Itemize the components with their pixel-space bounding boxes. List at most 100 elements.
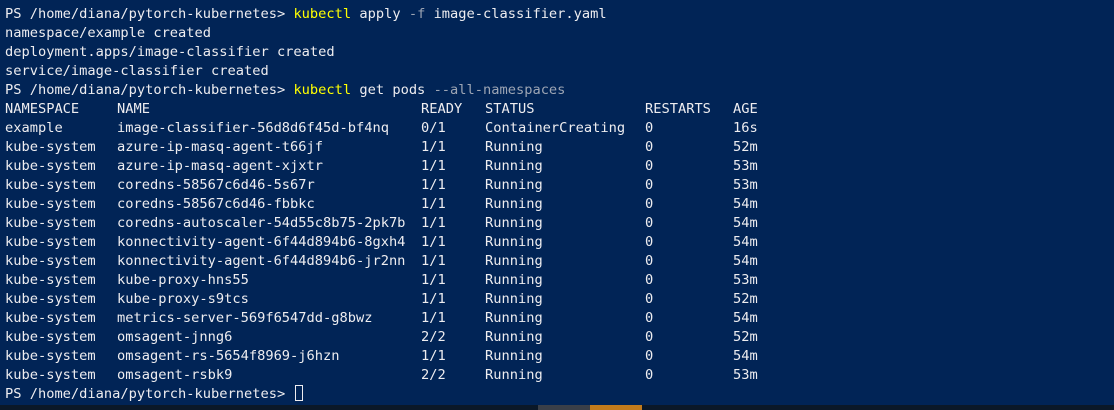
- command-line-apply: PS /home/diana/pytorch-kubernetes> kubec…: [0, 5, 1114, 24]
- table-row: kube-system azure-ip-masq-agent-t66jf 1/1 R…: [0, 138, 1114, 157]
- table-row: kube-system omsagent-rs-5654f8969-j6hzn 1/…: [0, 347, 1114, 366]
- ready-cell: 1/1: [421, 272, 446, 288]
- command-name: kubectl: [293, 82, 352, 98]
- age-cell: 53m: [733, 177, 758, 193]
- ready-cell: 1/1: [421, 234, 446, 250]
- status-cell: Running: [485, 367, 543, 383]
- namespace-cell: kube-system: [5, 215, 96, 231]
- pod-name-cell: konnectivity-agent-6f44d894b6-jr2nn: [117, 253, 406, 269]
- restarts-cell: 0: [645, 177, 654, 193]
- restarts-cell: 0: [645, 196, 654, 212]
- pod-name-cell: coredns-58567c6d46-5s67r: [117, 177, 315, 193]
- pod-name-cell: omsagent-jnng6: [117, 329, 233, 345]
- namespace-cell: kube-system: [5, 272, 96, 288]
- age-cell: 54m: [733, 215, 758, 231]
- restarts-cell: 0: [645, 291, 654, 307]
- pod-name-cell: kube-proxy-s9tcs: [117, 291, 249, 307]
- command-argument: apply: [359, 6, 401, 22]
- header-ready: READY: [421, 101, 463, 117]
- age-cell: 54m: [733, 348, 758, 364]
- restarts-cell: 0: [645, 367, 654, 383]
- restarts-cell: 0: [645, 234, 654, 250]
- table-row: kube-system azure-ip-masq-agent-xjxtr 1/1 R…: [0, 157, 1114, 176]
- status-cell: Running: [485, 329, 543, 345]
- age-cell: 53m: [733, 158, 758, 174]
- ready-cell: 1/1: [421, 158, 446, 174]
- header-status: STATUS: [485, 101, 535, 117]
- command-line-current[interactable]: PS /home/diana/pytorch-kubernetes>: [0, 385, 1114, 404]
- prompt: PS /home/diana/pytorch-kubernetes>: [5, 6, 286, 22]
- pod-name-cell: coredns-58567c6d46-fbbkc: [117, 196, 315, 212]
- age-cell: 16s: [733, 120, 758, 136]
- ready-cell: 1/1: [421, 253, 446, 269]
- status-cell: Running: [485, 158, 543, 174]
- ready-cell: 1/1: [421, 139, 446, 155]
- status-cell: Running: [485, 310, 543, 326]
- output-line: namespace/example created: [5, 25, 212, 41]
- age-cell: 54m: [733, 196, 758, 212]
- table-row: kube-system coredns-58567c6d46-fbbkc 1/1 Ru…: [0, 195, 1114, 214]
- pod-name-cell: omsagent-rs-5654f8969-j6hzn: [117, 348, 340, 364]
- header-namespace: NAMESPACE: [5, 101, 80, 117]
- status-cell: Running: [485, 348, 543, 364]
- pod-name-cell: omsagent-rsbk9: [117, 367, 233, 383]
- ready-cell: 0/1: [421, 120, 446, 136]
- namespace-cell: kube-system: [5, 348, 96, 364]
- command-parameter: --all-namespaces: [433, 82, 566, 98]
- status-cell: Running: [485, 215, 543, 231]
- bottom-strip: [0, 405, 1114, 410]
- command-argument: get pods: [359, 82, 426, 98]
- namespace-cell: kube-system: [5, 158, 96, 174]
- pod-name-cell: azure-ip-masq-agent-xjxtr: [117, 158, 324, 174]
- strip-segment: [590, 405, 642, 410]
- command-line-get-pods: PS /home/diana/pytorch-kubernetes> kubec…: [0, 81, 1114, 100]
- age-cell: 54m: [733, 310, 758, 326]
- command-name: kubectl: [293, 6, 352, 22]
- status-cell: Running: [485, 196, 543, 212]
- table-row: kube-system metrics-server-569f6547dd-g8b…: [0, 309, 1114, 328]
- restarts-cell: 0: [645, 310, 654, 326]
- restarts-cell: 0: [645, 215, 654, 231]
- namespace-cell: kube-system: [5, 329, 96, 345]
- table-row: kube-system konnectivity-agent-6f44d894b6…: [0, 252, 1114, 271]
- header-restarts: RESTARTS: [645, 101, 711, 117]
- status-cell: Running: [485, 234, 543, 250]
- prompt: PS /home/diana/pytorch-kubernetes>: [5, 386, 286, 402]
- namespace-cell: kube-system: [5, 310, 96, 326]
- pod-name-cell: metrics-server-569f6547dd-g8bwz: [117, 310, 373, 326]
- output-line: service/image-classifier created: [5, 63, 269, 79]
- namespace-cell: kube-system: [5, 196, 96, 212]
- age-cell: 52m: [733, 139, 758, 155]
- table-row: kube-system omsagent-jnng6 2/2 Running 0 52m: [0, 328, 1114, 347]
- status-cell: ContainerCreating: [485, 120, 626, 136]
- restarts-cell: 0: [645, 329, 654, 345]
- age-cell: 54m: [733, 253, 758, 269]
- namespace-cell: kube-system: [5, 367, 96, 383]
- restarts-cell: 0: [645, 120, 654, 136]
- pod-name-cell: konnectivity-agent-6f44d894b6-8gxh4: [117, 234, 406, 250]
- strip-segment: [642, 405, 1114, 410]
- status-cell: Running: [485, 272, 543, 288]
- pod-name-cell: coredns-autoscaler-54d55c8b75-2pk7b: [117, 215, 406, 231]
- table-row: kube-system konnectivity-agent-6f44d894b6…: [0, 233, 1114, 252]
- header-age: AGE: [733, 101, 758, 117]
- command-parameter: -f: [408, 6, 426, 22]
- restarts-cell: 0: [645, 348, 654, 364]
- namespace-cell: kube-system: [5, 177, 96, 193]
- table-row: kube-system coredns-autoscaler-54d55c8b75…: [0, 214, 1114, 233]
- terminal-window[interactable]: PS /home/diana/pytorch-kubernetes> kubec…: [0, 0, 1114, 405]
- table-row: kube-system omsagent-rsbk9 2/2 Running 0 53m: [0, 366, 1114, 385]
- namespace-cell: kube-system: [5, 253, 96, 269]
- text-cursor: [295, 385, 304, 401]
- age-cell: 54m: [733, 234, 758, 250]
- command-argument: image-classifier.yaml: [433, 6, 607, 22]
- age-cell: 53m: [733, 272, 758, 288]
- restarts-cell: 0: [645, 139, 654, 155]
- pod-name-cell: image-classifier-56d8d6f45d-bf4nq: [117, 120, 389, 136]
- ready-cell: 1/1: [421, 196, 446, 212]
- ready-cell: 1/1: [421, 310, 446, 326]
- table-row: example image-classifier-56d8d6f45d-bf4nq…: [0, 119, 1114, 138]
- pod-name-cell: azure-ip-masq-agent-t66jf: [117, 139, 324, 155]
- restarts-cell: 0: [645, 272, 654, 288]
- status-cell: Running: [485, 139, 543, 155]
